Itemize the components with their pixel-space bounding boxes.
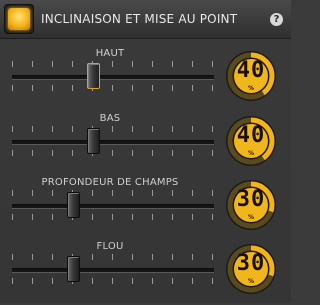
slider-row-flou: FLOU 30 % <box>0 241 291 305</box>
panel-title: INCLINAISON ET MISE AU POINT <box>41 12 238 26</box>
slider-row-profondeur-de-champs: PROFONDEUR DE CHAMPS 30 % <box>0 177 291 241</box>
value-dial[interactable]: 40 % <box>225 50 277 102</box>
slider-row-bas: BAS 40 % <box>0 113 291 177</box>
tick-marks <box>12 126 213 132</box>
tick-marks <box>12 278 213 284</box>
value-dial[interactable]: 30 % <box>225 179 277 231</box>
tick-marks <box>12 214 213 220</box>
tilt-focus-panel: INCLINAISON ET MISE AU POINT ? HAUT 40 %… <box>0 0 291 303</box>
dial-unit: % <box>247 278 254 285</box>
value-dial[interactable]: 30 % <box>225 243 277 295</box>
slider-label: HAUT <box>95 48 125 59</box>
slider-label: BAS <box>99 113 121 124</box>
value-dial[interactable]: 40 % <box>225 115 277 167</box>
toggle-light-icon <box>8 8 30 30</box>
dial-value: 40 <box>236 123 266 148</box>
panel-header: INCLINAISON ET MISE AU POINT ? <box>0 0 291 39</box>
dial-value: 30 <box>236 251 266 276</box>
slider-track[interactable] <box>12 140 214 145</box>
dial-unit: % <box>247 214 254 221</box>
slider-thumb[interactable] <box>87 63 101 89</box>
slider-thumb[interactable] <box>87 128 101 154</box>
tick-marks <box>12 254 213 260</box>
help-icon[interactable]: ? <box>270 13 283 26</box>
slider-track[interactable] <box>12 204 214 209</box>
tick-marks <box>12 61 213 67</box>
slider-thumb[interactable] <box>67 256 81 282</box>
dial-unit: % <box>247 150 254 157</box>
slider-label: PROFONDEUR DE CHAMPS <box>41 177 179 188</box>
dial-value: 30 <box>236 187 266 212</box>
slider-label: FLOU <box>96 241 124 252</box>
slider-track[interactable] <box>12 75 214 80</box>
effect-toggle-button[interactable] <box>4 4 34 34</box>
tick-marks <box>12 150 213 156</box>
slider-track[interactable] <box>12 268 214 273</box>
dial-unit: % <box>247 85 254 92</box>
tick-marks <box>12 85 213 91</box>
dial-value: 40 <box>236 58 266 83</box>
slider-thumb[interactable] <box>67 192 81 218</box>
tick-marks <box>12 190 213 196</box>
slider-row-haut: HAUT 40 % <box>0 48 291 112</box>
